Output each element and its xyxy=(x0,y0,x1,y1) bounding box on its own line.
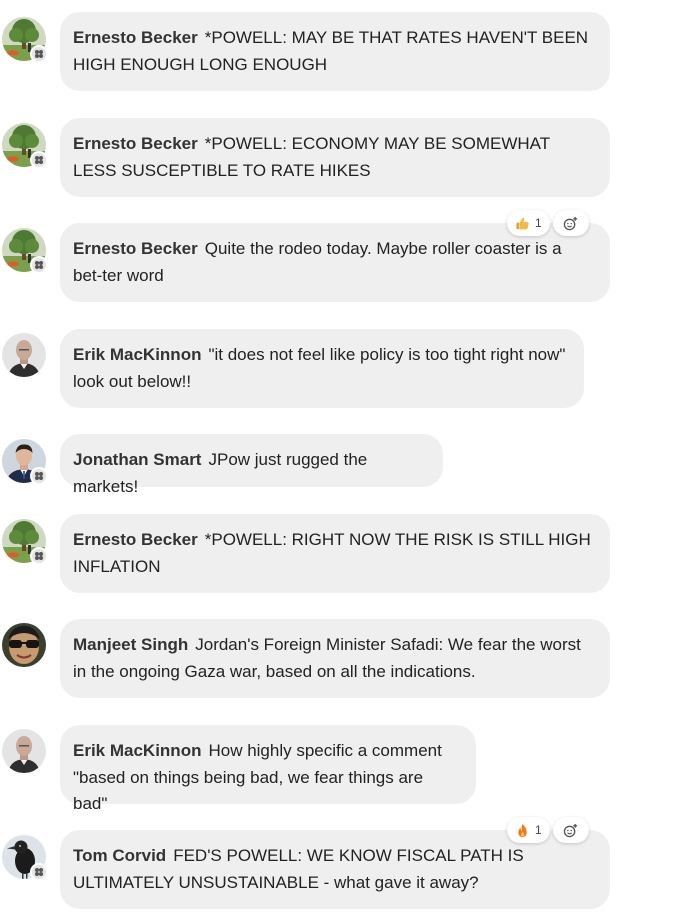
community-badge-icon xyxy=(30,547,48,565)
author-name[interactable]: Jonathan Smart xyxy=(73,450,201,469)
reaction-fire[interactable]: 1 xyxy=(507,817,550,843)
author-name[interactable]: Ernesto Becker xyxy=(73,134,198,153)
fire-icon xyxy=(518,823,527,837)
community-badge-icon xyxy=(30,151,48,169)
community-badge-icon xyxy=(30,863,48,881)
thumbs-up-icon xyxy=(516,217,529,229)
message-bubble[interactable]: Ernesto Becker *POWELL: ECONOMY MAY BE SO… xyxy=(60,118,610,197)
reaction-count: 1 xyxy=(535,216,542,230)
add-reaction-icon xyxy=(563,823,578,837)
author-name[interactable]: Manjeet Singh xyxy=(73,635,188,654)
reactions-bar: 1 xyxy=(507,210,589,236)
author-name[interactable]: Erik MacKinnon xyxy=(73,741,201,760)
author-name[interactable]: Ernesto Becker xyxy=(73,530,198,549)
message-bubble[interactable]: Ernesto Becker *POWELL: RIGHT NOW THE RIS… xyxy=(60,514,610,593)
author-name[interactable]: Erik MacKinnon xyxy=(73,345,201,364)
message-bubble[interactable]: Erik MacKinnon "it does not feel like pol… xyxy=(60,329,584,408)
author-name[interactable]: Ernesto Becker xyxy=(73,239,198,258)
add-reaction-button[interactable] xyxy=(552,817,589,843)
message-bubble[interactable]: Erik MacKinnon How highly specific a comm… xyxy=(60,725,476,813)
reaction-thumbs-up[interactable]: 1 xyxy=(507,210,550,236)
bald-man-avatar[interactable] xyxy=(2,729,46,773)
author-name[interactable]: Ernesto Becker xyxy=(73,28,198,47)
community-badge-icon xyxy=(30,45,48,63)
sunglasses-avatar[interactable] xyxy=(2,623,46,667)
add-reaction-icon xyxy=(563,216,578,230)
community-badge-icon xyxy=(30,256,48,274)
bald-man-avatar[interactable] xyxy=(2,333,46,377)
bald-man-avatar-image xyxy=(2,333,46,377)
reaction-count: 1 xyxy=(535,823,542,837)
author-name[interactable]: Tom Corvid xyxy=(73,846,166,865)
sunglasses-avatar-image xyxy=(2,623,46,667)
message-bubble[interactable]: Manjeet Singh Jordan's Foreign Minister S… xyxy=(60,619,610,698)
community-badge-icon xyxy=(30,467,48,485)
message-bubble[interactable]: Jonathan Smart JPow just rugged the marke… xyxy=(60,434,443,496)
reactions-bar: 1 xyxy=(507,817,589,843)
bald-man-avatar-image xyxy=(2,729,46,773)
message-bubble[interactable]: Ernesto Becker *POWELL: MAY BE THAT RATES… xyxy=(60,12,610,91)
add-reaction-button[interactable] xyxy=(552,210,589,236)
